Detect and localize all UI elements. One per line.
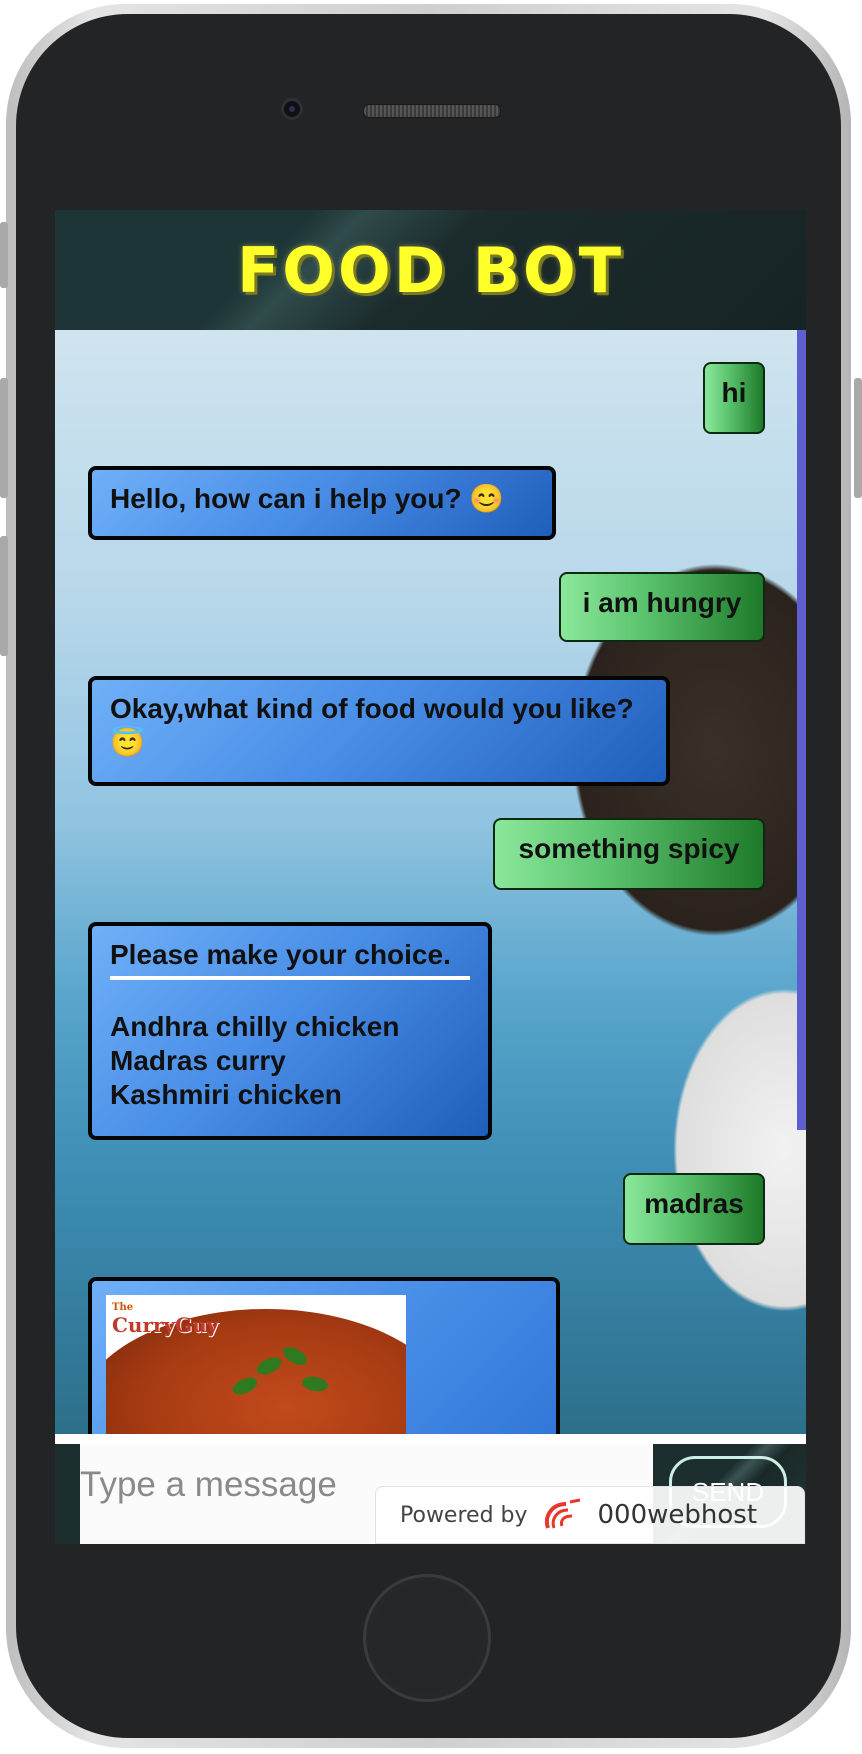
food-image[interactable]: The CurryGuy [106,1295,406,1434]
message-text: something spicy [518,833,740,864]
earpiece-speaker [363,104,501,118]
choice-option[interactable]: Andhra chilly chicken [110,1010,470,1044]
side-button [0,222,8,288]
message-text: madras [644,1188,744,1219]
message-text: Hello, how can i help you? 😊 [110,483,505,514]
composer-left-edge [55,1444,80,1544]
curryguy-logo: The CurryGuy [112,1302,219,1338]
choice-option[interactable]: Kashmiri chicken [110,1078,470,1112]
bot-message: Hello, how can i help you? 😊 [88,466,556,540]
composer-bar: SEND Powered by 000webhost [55,1434,806,1544]
bot-image-message: The CurryGuy [88,1277,560,1434]
user-message: madras [623,1173,765,1245]
chat-area[interactable]: hi Hello, how can i help you? 😊 i am hun… [55,330,806,1434]
message-text: hi [721,377,747,408]
bot-choice-message: Please make your choice. Andhra chilly c… [88,922,492,1140]
bot-message: Okay,what kind of food would you like? 😇 [88,676,670,786]
volume-up-button [0,378,8,498]
message-text: i am hungry [582,587,742,618]
powered-by-badge[interactable]: Powered by 000webhost [375,1486,805,1544]
user-message: i am hungry [559,572,765,642]
chat-scrollbar[interactable] [797,330,806,1130]
webhost-swirl-icon [542,1498,584,1532]
app-screen: FOOD BOT hi Hello, how can i help you? 😊… [55,210,806,1544]
powered-by-label: Powered by [400,1502,528,1528]
choice-title: Please make your choice. [110,938,470,980]
front-camera-icon [281,98,303,120]
powered-by-brand: 000webhost [597,1500,758,1530]
app-header: FOOD BOT [55,210,806,330]
message-text: Okay,what kind of food would you like? 😇 [110,693,634,758]
user-message: hi [703,362,765,434]
volume-down-button [0,536,8,656]
user-message: something spicy [493,818,765,890]
home-button[interactable] [363,1574,491,1702]
choice-option[interactable]: Madras curry [110,1044,470,1078]
power-button [854,378,862,498]
app-title: FOOD BOT [236,233,625,307]
